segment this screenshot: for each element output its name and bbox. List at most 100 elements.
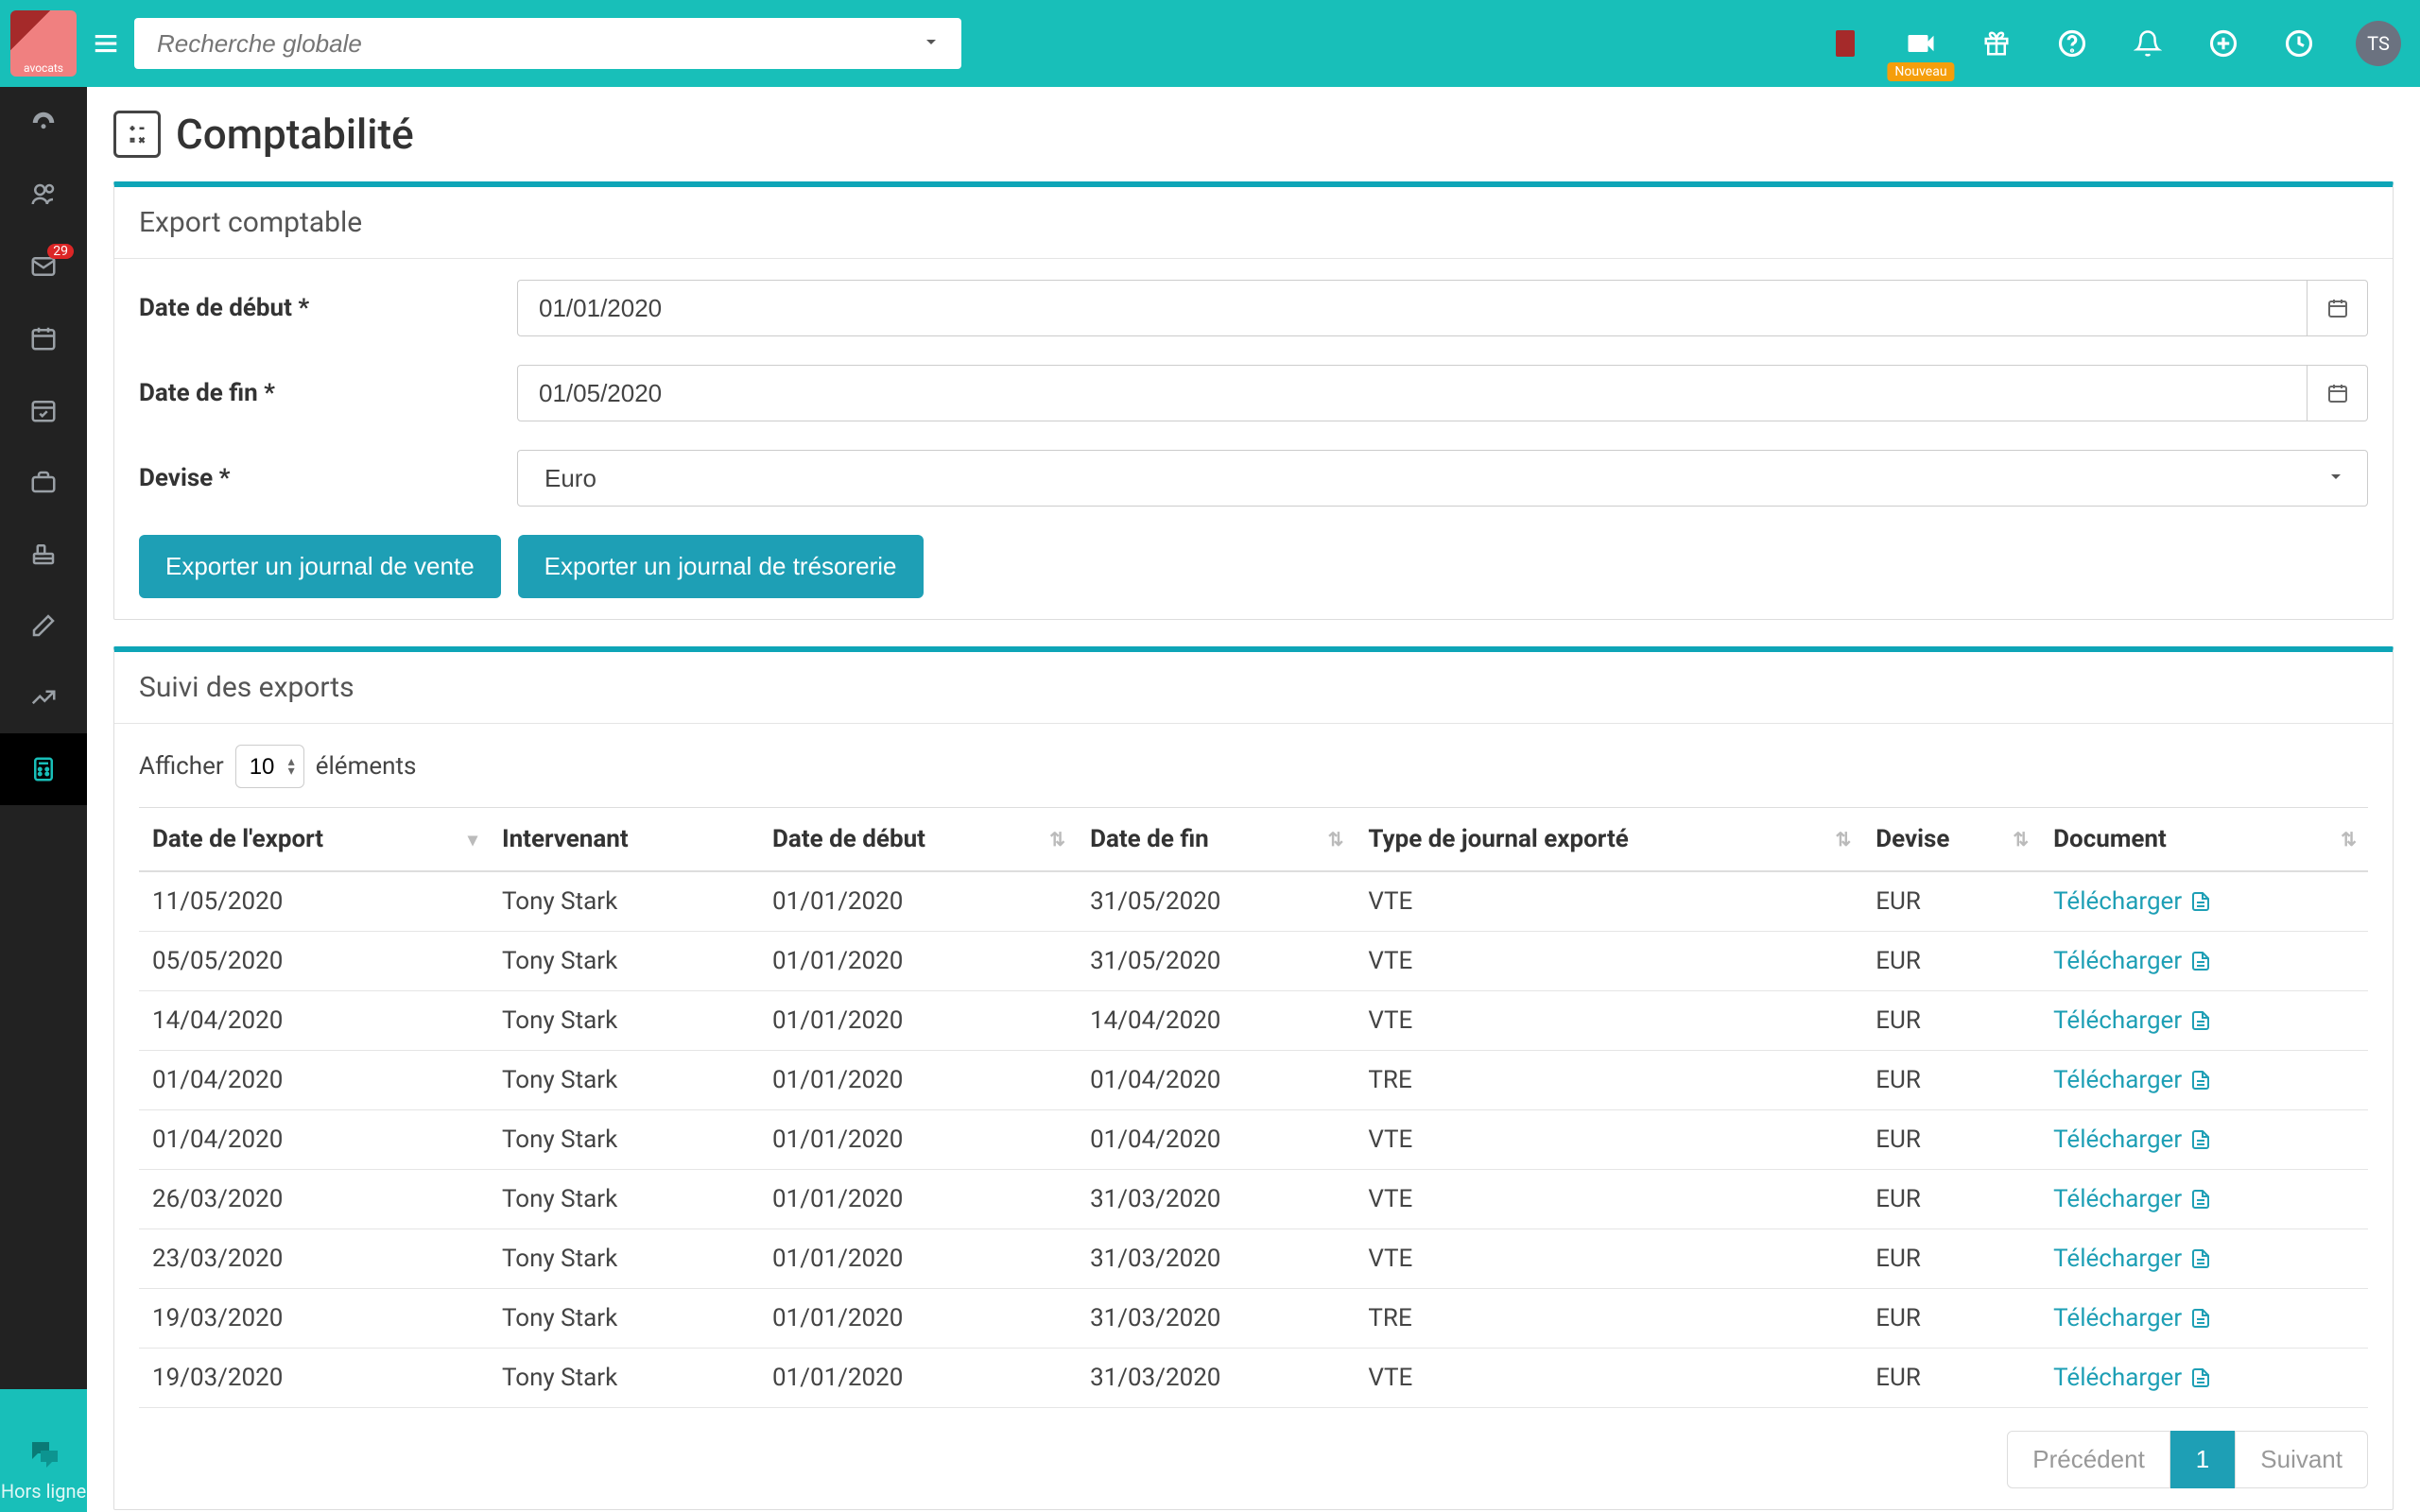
nav-mail[interactable]: 29 [0, 231, 87, 302]
cell-end: 14/04/2020 [1077, 991, 1355, 1051]
menu-toggle-button[interactable] [87, 25, 125, 62]
app-logo[interactable]: avocats [0, 0, 87, 87]
currency-label: Devise * [139, 464, 517, 492]
pagination: Précédent 1 Suivant [139, 1431, 2368, 1488]
file-icon [2189, 1188, 2212, 1211]
date-start-label: Date de début * [139, 294, 517, 322]
download-link[interactable]: Télécharger [2053, 947, 2212, 975]
col-currency[interactable]: Devise⇅ [1862, 808, 2040, 872]
cell-export-date: 23/03/2020 [139, 1229, 489, 1289]
file-icon [2189, 1009, 2212, 1032]
bell-icon [2134, 29, 2162, 58]
calendar-check-icon [29, 396, 58, 424]
col-type[interactable]: Type de journal exporté⇅ [1355, 808, 1862, 872]
date-end-input[interactable] [517, 365, 2308, 421]
download-link[interactable]: Télécharger [2053, 1006, 2212, 1035]
nav-edit[interactable] [0, 590, 87, 662]
add-button[interactable] [2204, 25, 2242, 62]
app-switcher-button[interactable] [1826, 25, 1864, 62]
table-row: 14/04/2020Tony Stark01/01/202014/04/2020… [139, 991, 2368, 1051]
col-end[interactable]: Date de fin⇅ [1077, 808, 1355, 872]
download-link[interactable]: Télécharger [2053, 1185, 2212, 1213]
col-start[interactable]: Date de début⇅ [759, 808, 1077, 872]
page-title-row: Comptabilité [113, 110, 2394, 159]
cell-currency: EUR [1862, 932, 2040, 991]
date-start-input[interactable] [517, 280, 2308, 336]
topbar-actions: Nouveau TS [1826, 21, 2401, 66]
col-user[interactable]: Intervenant [489, 808, 759, 872]
cell-export-date: 01/04/2020 [139, 1051, 489, 1110]
cell-document: Télécharger [2040, 1170, 2368, 1229]
cell-currency: EUR [1862, 1349, 2040, 1408]
export-panel-title: Export comptable [114, 187, 2393, 259]
nav-contacts[interactable] [0, 159, 87, 231]
app-icon [1836, 30, 1855, 57]
cell-end: 31/03/2020 [1077, 1349, 1355, 1408]
export-sales-button[interactable]: Exporter un journal de vente [139, 535, 501, 598]
cell-user: Tony Stark [489, 871, 759, 932]
cell-type: VTE [1355, 932, 1862, 991]
edit-icon [29, 611, 58, 640]
currency-select[interactable] [517, 450, 2368, 507]
nav-calendar[interactable] [0, 302, 87, 374]
table-row: 01/04/2020Tony Stark01/01/202001/04/2020… [139, 1110, 2368, 1170]
cell-document: Télécharger [2040, 1289, 2368, 1349]
pager-page-1[interactable]: 1 [2170, 1431, 2235, 1488]
help-button[interactable] [2053, 25, 2091, 62]
download-link[interactable]: Télécharger [2053, 1125, 2212, 1154]
page-length-select[interactable]: 10 [235, 745, 304, 788]
nav-cases[interactable] [0, 446, 87, 518]
cell-type: VTE [1355, 1170, 1862, 1229]
export-treasury-button[interactable]: Exporter un journal de trésorerie [518, 535, 924, 598]
col-export-date[interactable]: Date de l'export▾ [139, 808, 489, 872]
calendar-picker-icon [2326, 297, 2349, 319]
sort-icon: ⇅ [1328, 828, 1344, 850]
download-link[interactable]: Télécharger [2053, 1304, 2212, 1332]
user-avatar[interactable]: TS [2356, 21, 2401, 66]
cell-document: Télécharger [2040, 991, 2368, 1051]
cell-currency: EUR [1862, 1051, 2040, 1110]
download-link[interactable]: Télécharger [2053, 1066, 2212, 1094]
gift-button[interactable] [1978, 25, 2015, 62]
table-row: 26/03/2020Tony Stark01/01/202031/03/2020… [139, 1170, 2368, 1229]
download-link[interactable]: Télécharger [2053, 1364, 2212, 1392]
history-button[interactable] [2280, 25, 2318, 62]
date-end-picker-button[interactable] [2308, 365, 2368, 421]
cell-document: Télécharger [2040, 1229, 2368, 1289]
users-icon [29, 180, 58, 209]
download-link[interactable]: Télécharger [2053, 887, 2212, 916]
notifications-button[interactable] [2129, 25, 2167, 62]
cell-end: 31/05/2020 [1077, 932, 1355, 991]
nav-agenda[interactable] [0, 374, 87, 446]
offline-chat-button[interactable]: Hors ligne [0, 1389, 87, 1512]
hamburger-icon [92, 29, 120, 58]
dashboard-icon [29, 109, 58, 137]
briefcase-icon [29, 468, 58, 496]
file-icon [2189, 1247, 2212, 1270]
download-link[interactable]: Télécharger [2053, 1245, 2212, 1273]
date-start-picker-button[interactable] [2308, 280, 2368, 336]
col-document[interactable]: Document⇅ [2040, 808, 2368, 872]
table-row: 05/05/2020Tony Stark01/01/202031/05/2020… [139, 932, 2368, 991]
calendar-picker-icon [2326, 382, 2349, 404]
cell-user: Tony Stark [489, 991, 759, 1051]
cell-start: 01/01/2020 [759, 1051, 1077, 1110]
cell-export-date: 01/04/2020 [139, 1110, 489, 1170]
pager-prev-button[interactable]: Précédent [2007, 1431, 2170, 1488]
global-search-input[interactable] [134, 18, 961, 69]
video-button[interactable]: Nouveau [1902, 25, 1940, 62]
table-row: 19/03/2020Tony Stark01/01/202031/03/2020… [139, 1289, 2368, 1349]
file-icon [2189, 1366, 2212, 1389]
pager-next-button[interactable]: Suivant [2235, 1431, 2368, 1488]
nav-dashboard[interactable] [0, 87, 87, 159]
cell-end: 31/05/2020 [1077, 871, 1355, 932]
cell-document: Télécharger [2040, 1110, 2368, 1170]
cell-export-date: 19/03/2020 [139, 1289, 489, 1349]
nav-accounting[interactable] [0, 733, 87, 805]
date-end-label: Date de fin * [139, 379, 517, 407]
left-nav: 29 Hors ligne [0, 87, 87, 1512]
nav-reports[interactable] [0, 662, 87, 733]
followup-panel: Suivi des exports Afficher 10 ▴▾ élément… [113, 646, 2394, 1510]
nav-billing[interactable] [0, 518, 87, 590]
plus-circle-icon [2209, 29, 2238, 58]
